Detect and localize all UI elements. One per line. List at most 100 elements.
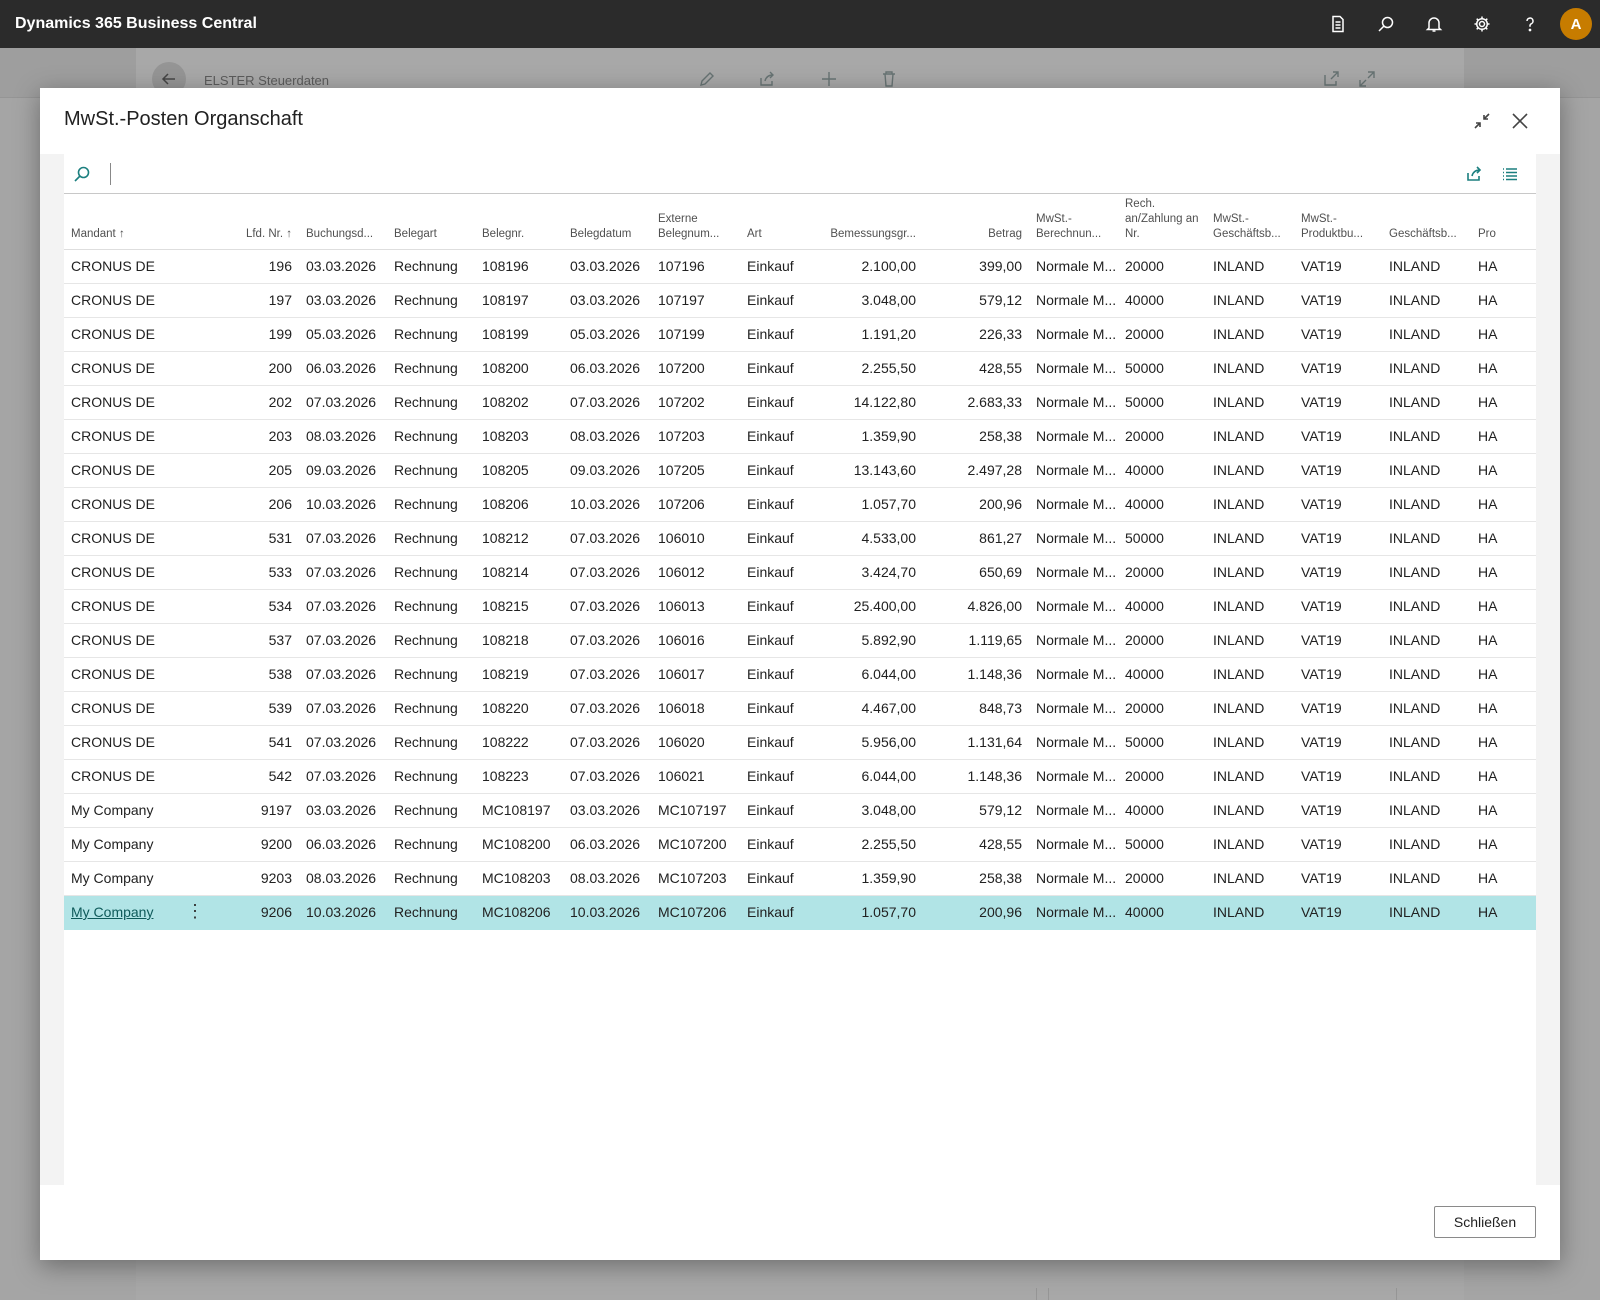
cell-geschaefts: INLAND (1206, 555, 1294, 590)
column-header-lfd[interactable]: Lfd. Nr. ↑ (216, 194, 299, 250)
table-row[interactable]: CRONUS DE 200 06.03.2026 Rechnung 108200 06.0… (64, 351, 1536, 386)
cell-mandant[interactable]: CRONUS DE (64, 555, 216, 590)
cell-lfd: 9203 (216, 861, 299, 896)
column-header-bemessung[interactable]: Bemessungsgr... (800, 194, 923, 250)
table-row[interactable]: CRONUS DE 534 07.03.2026 Rechnung 108215 07.0… (64, 589, 1536, 624)
cell-berechnung: Normale M... (1029, 589, 1118, 624)
column-header-art[interactable]: Art (740, 194, 800, 250)
cell-mandant[interactable]: CRONUS DE (64, 317, 216, 352)
cell-lfd: 9206 (216, 895, 299, 930)
column-header-mandant[interactable]: Mandant ↑ (64, 194, 216, 250)
gear-icon[interactable] (1458, 0, 1506, 48)
cell-mandant[interactable]: CRONUS DE (64, 283, 216, 318)
table-row[interactable]: CRONUS DE 197 03.03.2026 Rechnung 108197 03.0… (64, 283, 1536, 318)
table-row[interactable]: CRONUS DE 199 05.03.2026 Rechnung 108199 05.0… (64, 317, 1536, 352)
search-icon[interactable] (1362, 0, 1410, 48)
search-icon[interactable] (70, 162, 94, 186)
table-row[interactable]: CRONUS DE 533 07.03.2026 Rechnung 108214 07.0… (64, 555, 1536, 590)
cell-mandant[interactable]: My Company (64, 793, 216, 828)
column-header-belegart[interactable]: Belegart (387, 194, 475, 250)
cell-mandant[interactable]: CRONUS DE (64, 351, 216, 386)
column-header-betrag[interactable]: Betrag (923, 194, 1029, 250)
cell-mandant[interactable]: CRONUS DE (64, 521, 216, 556)
table-row[interactable]: My Company ⋮ 9206 10.03.2026 Rechnung MC10820… (64, 895, 1536, 930)
table-header-row: Mandant ↑ Lfd. Nr. ↑ Buchungsd... Belegart B… (64, 194, 1536, 250)
cell-mandant[interactable]: My Company (64, 827, 216, 862)
cell-belegnr: 108219 (475, 657, 563, 692)
cell-rech: 50000 (1118, 725, 1206, 760)
cell-produkt: VAT19 (1294, 453, 1382, 488)
table-row[interactable]: My Company 9203 08.03.2026 Rechnung MC108203… (64, 861, 1536, 896)
cell-bemessung: 4.533,00 (800, 521, 923, 556)
cell-produkt: VAT19 (1294, 283, 1382, 318)
column-header-extern[interactable]: Externe Belegnum... (651, 194, 740, 250)
table-row[interactable]: My Company 9197 03.03.2026 Rechnung MC108197… (64, 793, 1536, 828)
table-row[interactable]: CRONUS DE 541 07.03.2026 Rechnung 108222 07.0… (64, 725, 1536, 760)
dialog-body: Mandant ↑ Lfd. Nr. ↑ Buchungsd... Belegart B… (40, 154, 1560, 1185)
cell-mandant[interactable]: CRONUS DE (64, 487, 216, 522)
column-header-produkt[interactable]: MwSt.- Produktbu... (1294, 194, 1382, 250)
column-header-belegdatum[interactable]: Belegdatum (563, 194, 651, 250)
cell-mandant[interactable]: CRONUS DE (64, 453, 216, 488)
cell-belegart: Rechnung (387, 759, 475, 794)
column-header-buchung[interactable]: Buchungsd... (299, 194, 387, 250)
cell-prod2: HA (1471, 555, 1536, 590)
collapse-icon[interactable] (1466, 105, 1498, 137)
column-header-geschaefts[interactable]: MwSt.- Geschäftsb... (1206, 194, 1294, 250)
cell-mandant[interactable]: CRONUS DE (64, 249, 216, 284)
table-row[interactable]: CRONUS DE 206 10.03.2026 Rechnung 108206 10.0… (64, 487, 1536, 522)
user-avatar[interactable]: A (1560, 8, 1592, 40)
bell-icon[interactable] (1410, 0, 1458, 48)
cell-art: Einkauf (740, 623, 800, 658)
table-row[interactable]: CRONUS DE 537 07.03.2026 Rechnung 108218 07.0… (64, 623, 1536, 658)
cell-betrag: 258,38 (923, 861, 1029, 896)
cell-berechnung: Normale M... (1029, 725, 1118, 760)
cell-mandant[interactable]: CRONUS DE (64, 725, 216, 760)
cell-belegart: Rechnung (387, 453, 475, 488)
document-icon[interactable] (1314, 0, 1362, 48)
close-icon[interactable] (1504, 105, 1536, 137)
table-row[interactable]: CRONUS DE 538 07.03.2026 Rechnung 108219 07.0… (64, 657, 1536, 692)
cell-belegnr: 108223 (475, 759, 563, 794)
cell-extern: 106016 (651, 623, 740, 658)
column-header-gesch2[interactable]: Geschäftsb... (1382, 194, 1471, 250)
cell-geschaefts: INLAND (1206, 351, 1294, 386)
share-icon[interactable] (1462, 162, 1486, 186)
cell-mandant[interactable]: CRONUS DE (64, 623, 216, 658)
cell-mandant[interactable]: CRONUS DE (64, 385, 216, 420)
cell-mandant[interactable]: My Company ⋮ (64, 895, 216, 930)
cell-belegart: Rechnung (387, 861, 475, 896)
cell-gesch2: INLAND (1382, 827, 1471, 862)
cell-mandant[interactable]: CRONUS DE (64, 419, 216, 454)
column-header-prod2[interactable]: Pro (1471, 194, 1536, 250)
table-row[interactable]: CRONUS DE 542 07.03.2026 Rechnung 108223 07.0… (64, 759, 1536, 794)
help-icon[interactable] (1506, 0, 1554, 48)
row-actions-icon[interactable]: ⋮ (186, 902, 204, 920)
app-title[interactable]: Dynamics 365 Business Central (15, 15, 257, 33)
column-header-rech[interactable]: Rech. an/Zahlung an Nr. (1118, 194, 1206, 250)
cell-gesch2: INLAND (1382, 419, 1471, 454)
table-row[interactable]: CRONUS DE 196 03.03.2026 Rechnung 108196 03.0… (64, 249, 1536, 284)
table-row[interactable]: CRONUS DE 531 07.03.2026 Rechnung 108212 07.0… (64, 521, 1536, 556)
list-view-icon[interactable] (1498, 162, 1522, 186)
cell-mandant[interactable]: CRONUS DE (64, 759, 216, 794)
cell-mandant[interactable]: CRONUS DE (64, 691, 216, 726)
cell-berechnung: Normale M... (1029, 249, 1118, 284)
cell-buchung: 03.03.2026 (299, 249, 387, 284)
table-row[interactable]: CRONUS DE 202 07.03.2026 Rechnung 108202 07.0… (64, 385, 1536, 420)
cell-art: Einkauf (740, 317, 800, 352)
table-row[interactable]: My Company 9200 06.03.2026 Rechnung MC108200… (64, 827, 1536, 862)
cell-mandant[interactable]: My Company (64, 861, 216, 896)
table-row[interactable]: CRONUS DE 203 08.03.2026 Rechnung 108203 08.0… (64, 419, 1536, 454)
column-header-belegnr[interactable]: Belegnr. (475, 194, 563, 250)
cell-mandant[interactable]: CRONUS DE (64, 589, 216, 624)
close-button[interactable]: Schließen (1434, 1206, 1536, 1238)
cell-geschaefts: INLAND (1206, 385, 1294, 420)
table-row[interactable]: CRONUS DE 539 07.03.2026 Rechnung 108220 07.0… (64, 691, 1536, 726)
cell-mandant[interactable]: CRONUS DE (64, 657, 216, 692)
table-row[interactable]: CRONUS DE 205 09.03.2026 Rechnung 108205 09.0… (64, 453, 1536, 488)
cell-bemessung: 6.044,00 (800, 759, 923, 794)
column-header-berechnung[interactable]: MwSt.- Berechnun... (1029, 194, 1118, 250)
cell-prod2: HA (1471, 827, 1536, 862)
mandant-link[interactable]: My Company (71, 904, 153, 920)
